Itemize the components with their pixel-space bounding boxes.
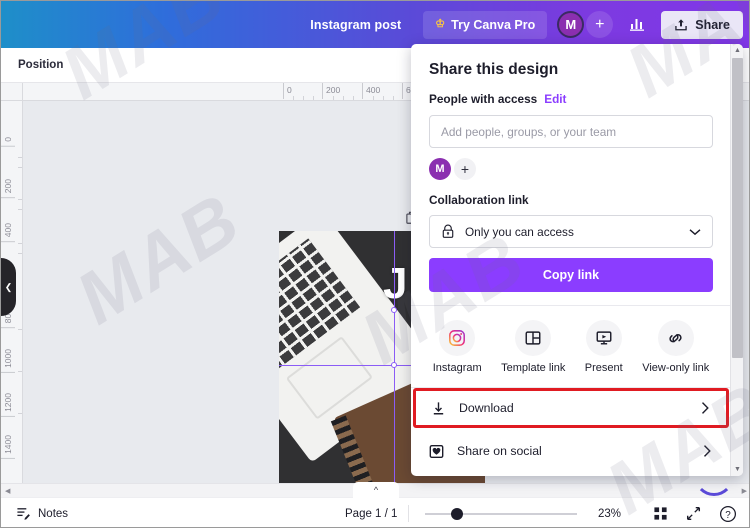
- chevron-right-icon: [704, 445, 711, 457]
- help-button[interactable]: ?: [717, 503, 739, 525]
- plus-icon: +: [460, 161, 470, 177]
- ruler-tick-h-400: 400: [361, 83, 381, 99]
- document-title: Instagram post: [310, 17, 402, 32]
- zoom-slider-track: [425, 512, 577, 515]
- ruler-tick-v-1200: 1200: [3, 393, 13, 412]
- share-on-social-row[interactable]: Share on social: [411, 432, 731, 470]
- edit-access-link[interactable]: Edit: [544, 92, 566, 106]
- guide-line-vertical: [394, 231, 395, 489]
- add-people-input[interactable]: Add people, groups, or your team: [429, 115, 713, 148]
- copy-link-label: Copy link: [542, 268, 600, 282]
- add-people-placeholder: Add people, groups, or your team: [441, 124, 617, 139]
- quick-action-label: Instagram: [432, 362, 482, 374]
- triangle-left-icon[interactable]: ◀: [5, 487, 10, 495]
- try-canva-pro-button[interactable]: ♔ Try Canva Pro: [423, 10, 548, 39]
- download-row[interactable]: Download: [413, 388, 729, 428]
- copy-link-button[interactable]: Copy link: [429, 258, 713, 292]
- share-on-social-label: Share on social: [457, 444, 542, 458]
- top-header-bar: Instagram post ♔ Try Canva Pro M + Share: [1, 1, 749, 48]
- lock-icon: [442, 224, 454, 238]
- question-mark-icon: ?: [719, 505, 737, 522]
- plus-icon: +: [595, 15, 605, 33]
- share-panel-scrollbar[interactable]: ▲ ▼: [730, 44, 743, 476]
- chevron-down-icon: [689, 228, 701, 235]
- ruler-tick-v-400: 400: [3, 223, 13, 238]
- quick-action-label: View-only link: [642, 362, 710, 374]
- download-label: Download: [459, 401, 514, 415]
- quick-action-label: Present: [584, 362, 623, 374]
- grid-view-button[interactable]: [649, 503, 671, 525]
- selection-anchor-center[interactable]: [391, 362, 397, 368]
- fullscreen-button[interactable]: [682, 503, 704, 525]
- quick-action-label: Template link: [501, 362, 566, 374]
- notes-label: Notes: [38, 507, 69, 520]
- share-button-label: Share: [695, 17, 730, 32]
- chevron-left-icon: ❮: [4, 281, 13, 292]
- chevron-right-icon: [702, 402, 709, 414]
- share-this-design-panel: Share this design People with access Edi…: [411, 44, 743, 476]
- stats-button[interactable]: [623, 10, 653, 40]
- bottom-status-bar: Notes Page 1 / 1 23% ?: [1, 497, 749, 527]
- expand-icon: [686, 506, 700, 521]
- zoom-slider-knob[interactable]: [451, 507, 463, 520]
- upload-icon: [675, 18, 687, 30]
- quick-action-instagram[interactable]: Instagram: [433, 320, 482, 374]
- grid-view-icon: [653, 507, 667, 520]
- link-access-value: Only you can access: [465, 224, 574, 239]
- avatar[interactable]: M: [557, 11, 585, 38]
- ruler-corner: [1, 83, 23, 101]
- quick-action-present[interactable]: Present: [585, 320, 623, 374]
- collaboration-link-label: Collaboration link: [429, 193, 529, 207]
- ruler-tick-v-200: 200: [3, 179, 13, 194]
- template-layout-icon: [525, 331, 541, 345]
- ruler-tick-v-1000: 1000: [3, 349, 13, 368]
- scroll-up-button[interactable]: ▲: [731, 44, 743, 57]
- divider: [408, 505, 409, 522]
- heart-box-icon: [429, 444, 444, 458]
- expand-panel-tab[interactable]: ^: [353, 482, 399, 498]
- present-screen-icon: [596, 331, 612, 345]
- notes-icon: [17, 508, 30, 520]
- sidebar-collapse-handle[interactable]: ❮: [1, 258, 16, 316]
- triangle-right-icon[interactable]: ▶: [742, 487, 747, 495]
- people-with-access-label: People with access: [429, 92, 538, 106]
- zoom-slider[interactable]: [425, 507, 577, 521]
- notes-button[interactable]: Notes: [16, 506, 68, 521]
- position-button[interactable]: Position: [18, 59, 63, 71]
- ruler-tick-h-0: 0: [283, 83, 292, 99]
- page-counter: Page 1 / 1: [345, 507, 398, 520]
- avatar[interactable]: M: [429, 158, 451, 180]
- share-panel-title: Share this design: [429, 61, 559, 78]
- access-avatar-list: M +: [411, 148, 731, 180]
- instagram-icon: [449, 330, 466, 346]
- ruler-tick-v-0: 0: [3, 137, 13, 142]
- download-icon: [433, 401, 444, 414]
- scroll-down-button[interactable]: ▼: [731, 463, 743, 476]
- share-button[interactable]: Share: [661, 10, 743, 39]
- chevron-up-icon: ^: [373, 485, 379, 495]
- zoom-percent-label: 23%: [598, 507, 622, 520]
- bar-chart-icon: [630, 19, 645, 31]
- link-access-dropdown[interactable]: Only you can access: [429, 215, 713, 248]
- ruler-tick-h-200: 200: [321, 83, 341, 99]
- canva-editor-window: Instagram post ♔ Try Canva Pro M + Share: [0, 0, 750, 528]
- add-collaborator-button[interactable]: +: [454, 158, 476, 180]
- quick-share-actions: Instagram Template link Present View-onl…: [411, 306, 731, 387]
- quick-action-template-link[interactable]: Template link: [501, 320, 565, 374]
- add-people-button[interactable]: +: [586, 11, 614, 38]
- selection-anchor-top[interactable]: [391, 307, 397, 313]
- people-with-access-header: People with access Edit: [411, 79, 731, 106]
- try-canva-pro-label: Try Canva Pro: [451, 17, 536, 32]
- crown-icon: ♔: [435, 18, 446, 30]
- svg-text:?: ?: [725, 509, 731, 520]
- ruler-tick-v-1400: 1400: [3, 435, 13, 454]
- scrollbar-thumb[interactable]: [732, 58, 743, 358]
- quick-action-view-only-link[interactable]: View-only link: [642, 320, 709, 374]
- link-chain-icon: [669, 333, 682, 342]
